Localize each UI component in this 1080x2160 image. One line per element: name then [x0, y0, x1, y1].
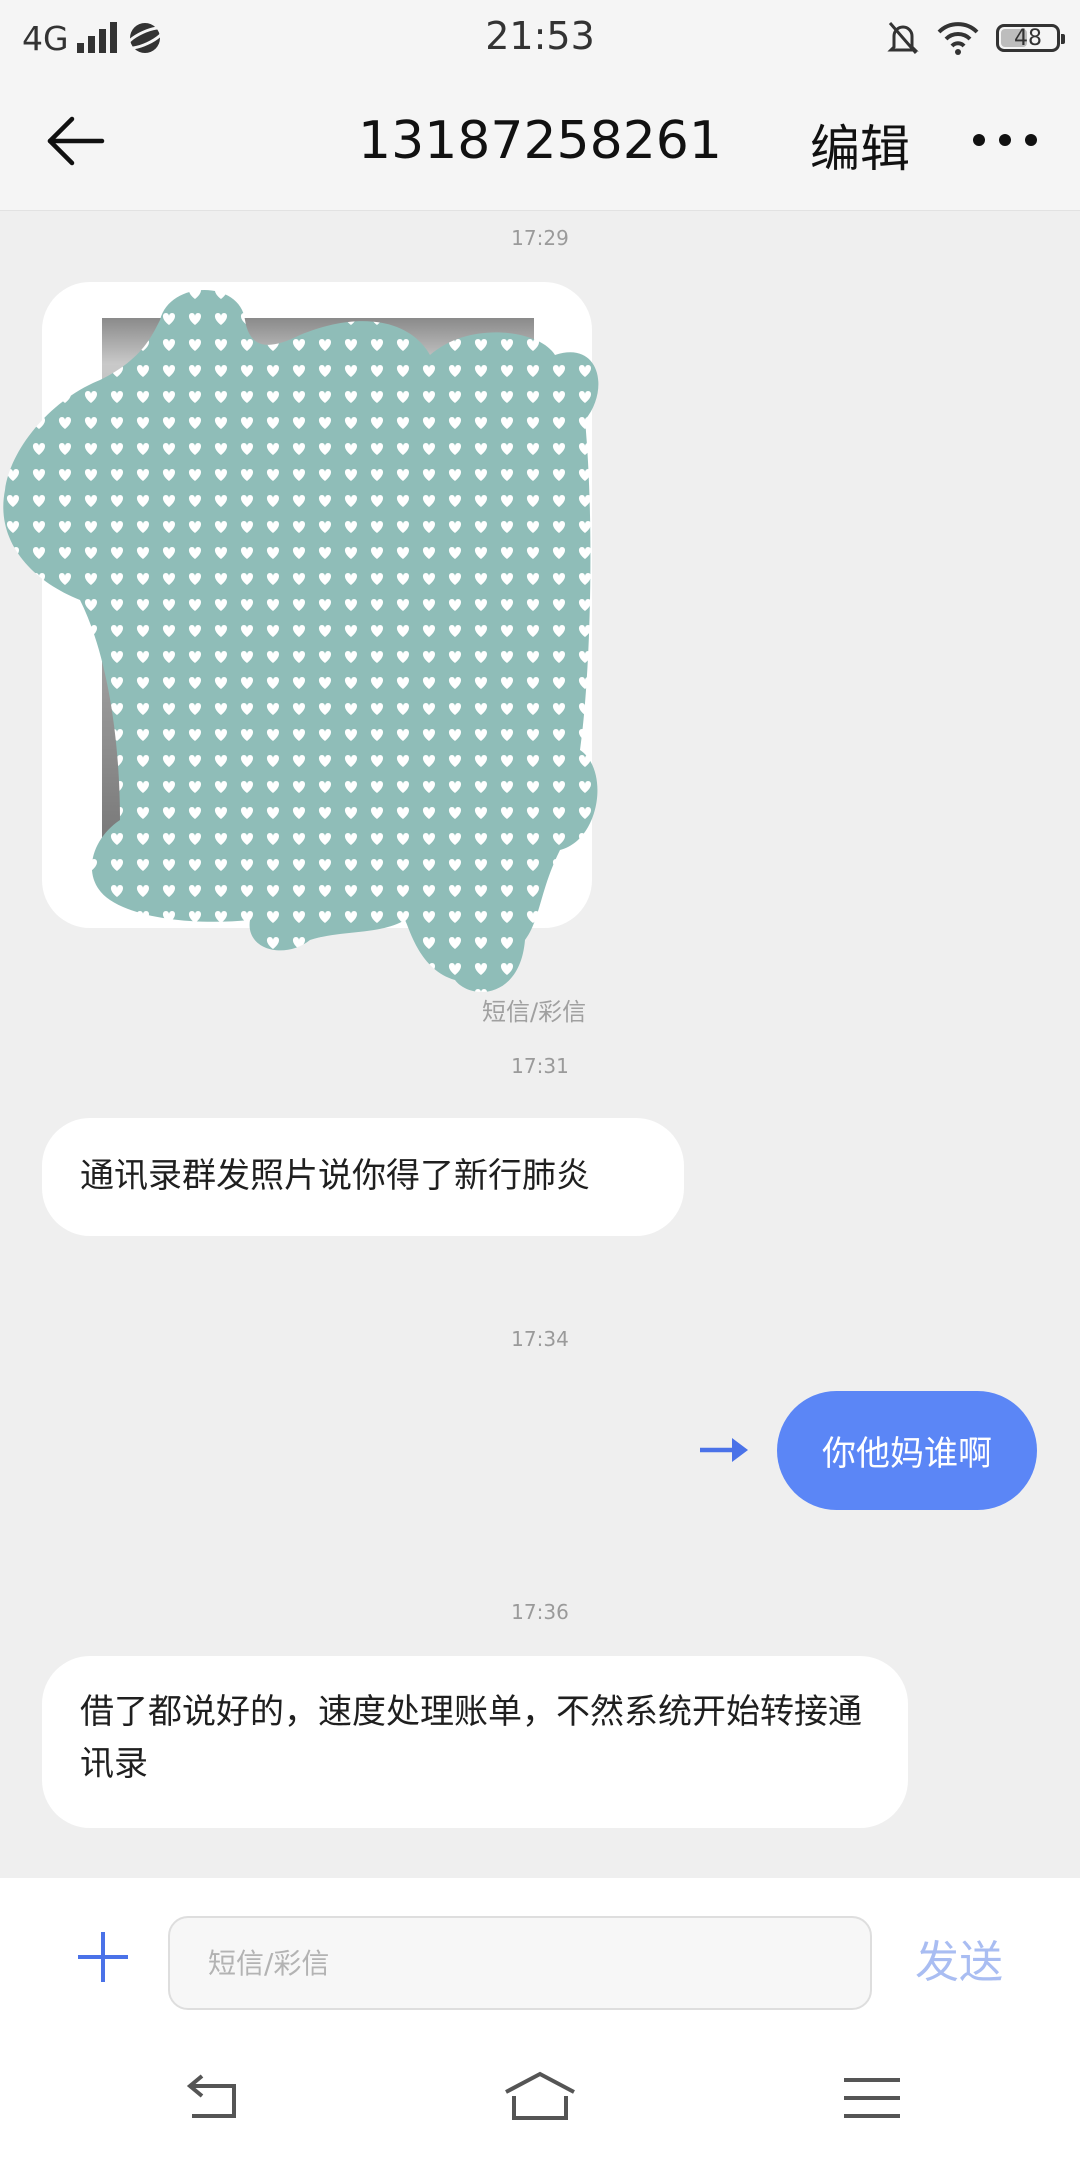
battery-icon: 48: [996, 24, 1065, 52]
message-text: 你他妈谁啊: [822, 1434, 992, 1474]
nav-menu-icon[interactable]: [832, 2068, 912, 2128]
status-right: 48: [886, 14, 1065, 62]
add-attachment-icon[interactable]: [76, 1930, 130, 1984]
send-button[interactable]: 发送: [915, 1926, 1003, 1990]
more-options-icon[interactable]: [970, 115, 1040, 165]
message-input[interactable]: [170, 1918, 870, 2008]
message-input-field[interactable]: [168, 1916, 872, 2010]
received-message-bubble[interactable]: 借了都说好的，速度处理账单，不然系统开始转接通讯录: [42, 1656, 908, 1828]
message-text: 通讯录群发照片说你得了新行肺炎: [80, 1156, 590, 1196]
received-message-bubble[interactable]: 通讯录群发照片说你得了新行肺炎: [42, 1118, 684, 1236]
status-bar: 4G 21:53 48: [0, 0, 1080, 75]
message-type-label: 短信/彩信: [482, 998, 587, 1026]
message-timestamp: 17:29: [511, 226, 569, 250]
battery-level: 48: [1014, 25, 1042, 51]
contact-number-title: 13187258261: [358, 111, 722, 171]
edit-button[interactable]: 编辑: [810, 109, 910, 181]
nav-home-icon[interactable]: [500, 2068, 580, 2128]
nav-back-icon[interactable]: [172, 2068, 252, 2128]
wifi-icon: [937, 22, 979, 55]
app-bar: 13187258261 编辑: [0, 75, 1080, 211]
message-timestamp: 17:31: [511, 1054, 569, 1078]
message-timestamp: 17:36: [511, 1600, 569, 1624]
privacy-mask-overlay: [3, 290, 599, 992]
notification-off-icon: [887, 22, 919, 54]
message-timestamp: 17:34: [511, 1327, 569, 1351]
message-text: 借了都说好的，速度处理账单，不然系统开始转接通讯录: [80, 1692, 862, 1784]
sent-arrow-icon: [700, 1438, 748, 1462]
sent-message-bubble[interactable]: 你他妈谁啊: [777, 1391, 1037, 1510]
